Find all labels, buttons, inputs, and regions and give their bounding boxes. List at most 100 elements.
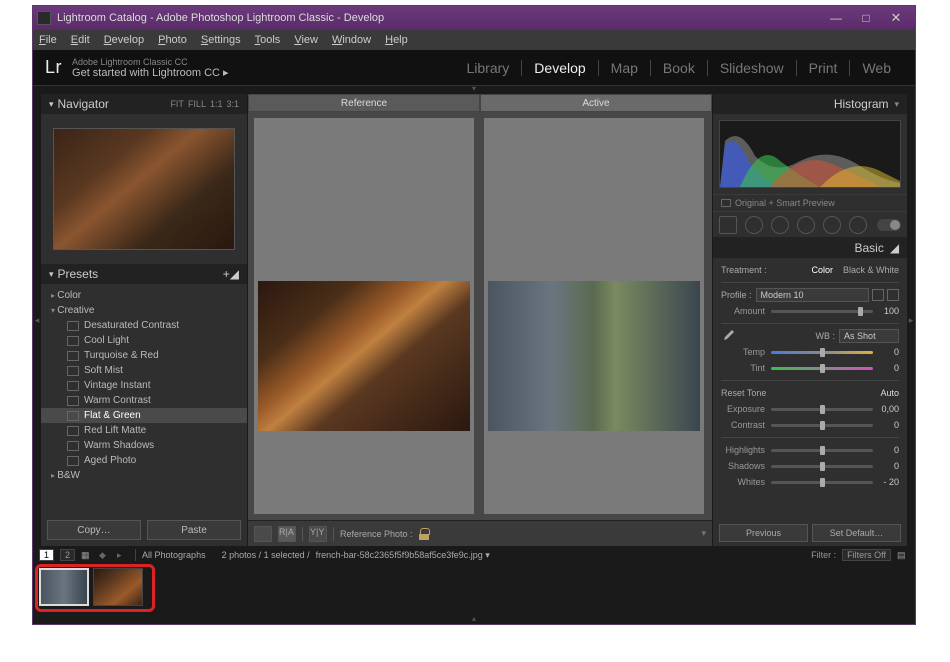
filmstrip-source[interactable]: All Photographs <box>142 550 206 560</box>
module-slideshow[interactable]: Slideshow <box>708 60 797 76</box>
zoom-3-1[interactable]: 3:1 <box>226 99 239 109</box>
whites-value[interactable]: - 20 <box>873 477 899 487</box>
highlights-value[interactable]: 0 <box>873 445 899 455</box>
navigator-preview[interactable] <box>41 114 247 264</box>
titlebar[interactable]: Lightroom Catalog - Adobe Photoshop Ligh… <box>33 6 915 30</box>
wb-select[interactable]: As Shot <box>839 329 899 343</box>
preset-item[interactable]: Turquoise & Red <box>41 348 247 363</box>
preset-folder[interactable]: Color <box>41 288 247 303</box>
preset-item[interactable]: Soft Mist <box>41 363 247 378</box>
shadows-slider[interactable] <box>771 465 873 468</box>
zoom-1-1[interactable]: 1:1 <box>210 99 223 109</box>
module-map[interactable]: Map <box>599 60 651 76</box>
shadows-value[interactable]: 0 <box>873 461 899 471</box>
treatment-bw[interactable]: Black & White <box>843 265 899 275</box>
menu-view[interactable]: View <box>294 34 318 46</box>
prev-photo-icon[interactable]: ◆ <box>99 550 111 560</box>
profile-select[interactable]: Modern 10 <box>756 288 870 302</box>
adjustment-brush-tool[interactable] <box>849 216 867 234</box>
collapse-top-icon[interactable]: ▾ <box>33 86 915 94</box>
tint-slider[interactable] <box>771 367 873 370</box>
module-library[interactable]: Library <box>455 60 523 76</box>
preset-item[interactable]: Warm Contrast <box>41 393 247 408</box>
filmstrip-thumb[interactable] <box>39 568 89 606</box>
contrast-slider[interactable] <box>771 424 873 427</box>
collapse-right-icon[interactable]: ▸ <box>907 94 915 546</box>
lock-icon[interactable] <box>419 528 431 540</box>
histogram-panel[interactable] <box>713 114 907 194</box>
menu-tools[interactable]: Tools <box>255 34 281 46</box>
basic-header[interactable]: Basic ◢ <box>713 238 907 258</box>
tab-reference[interactable]: Reference <box>248 94 480 112</box>
preset-item[interactable]: Vintage Instant <box>41 378 247 393</box>
zoom-fit[interactable]: FIT <box>170 99 184 109</box>
preset-item[interactable]: Aged Photo <box>41 453 247 468</box>
graduated-filter-tool[interactable] <box>797 216 815 234</box>
preset-item[interactable]: Desaturated Contrast <box>41 318 247 333</box>
temp-value[interactable]: 0 <box>873 347 899 357</box>
contrast-value[interactable]: 0 <box>873 420 899 430</box>
collapse-bottom-icon[interactable]: ▴ <box>33 616 915 624</box>
zoom-fill[interactable]: FILL <box>188 99 206 109</box>
module-develop[interactable]: Develop <box>522 60 598 76</box>
set-default-button[interactable]: Set Default… <box>812 524 901 542</box>
filmstrip[interactable] <box>33 564 915 616</box>
amount-value[interactable]: 100 <box>873 306 899 316</box>
filmstrip-thumb[interactable] <box>93 568 143 606</box>
preset-item[interactable]: Flat & Green <box>41 408 247 423</box>
exposure-slider[interactable] <box>771 408 873 411</box>
add-preset-icon[interactable]: + <box>223 267 230 281</box>
reset-tone-button[interactable]: Reset Tone <box>721 388 766 398</box>
chevron-down-icon[interactable]: ▾ <box>701 528 706 539</box>
collapse-left-icon[interactable]: ◂ <box>33 94 41 546</box>
menu-file[interactable]: File <box>39 34 57 46</box>
amount-slider[interactable] <box>771 310 873 313</box>
panel-switch[interactable] <box>877 219 901 231</box>
profile-browser-icon[interactable] <box>872 289 884 301</box>
radial-filter-tool[interactable] <box>823 216 841 234</box>
filter-select[interactable]: Filters Off <box>842 549 891 561</box>
navigator-header[interactable]: ▾ Navigator FITFILL1:13:1 <box>41 94 247 114</box>
auto-tone-button[interactable]: Auto <box>881 388 900 398</box>
whites-slider[interactable] <box>771 481 873 484</box>
paste-button[interactable]: Paste <box>147 520 241 540</box>
treatment-color[interactable]: Color <box>812 265 834 275</box>
presets-header[interactable]: ▾ Presets + ◢ <box>41 264 247 284</box>
active-view[interactable] <box>484 118 704 514</box>
menu-settings[interactable]: Settings <box>201 34 241 46</box>
eyedropper-icon[interactable] <box>721 329 735 343</box>
chevron-down-icon[interactable]: ◢ <box>230 267 239 281</box>
before-after-button[interactable]: Y|Y <box>309 526 327 542</box>
grid-view-icon[interactable]: ▦ <box>81 550 93 560</box>
copy-button[interactable]: Copy… <box>47 520 141 540</box>
get-started-link[interactable]: Get started with Lightroom CC ▸ <box>72 67 229 79</box>
monitor-2-button[interactable]: 2 <box>60 549 75 561</box>
menu-edit[interactable]: Edit <box>71 34 90 46</box>
tint-value[interactable]: 0 <box>873 363 899 373</box>
spot-removal-tool[interactable] <box>745 216 763 234</box>
previous-button[interactable]: Previous <box>719 524 808 542</box>
highlights-slider[interactable] <box>771 449 873 452</box>
preset-folder[interactable]: B&W <box>41 468 247 483</box>
close-button[interactable]: ✕ <box>881 9 911 27</box>
loupe-view-button[interactable] <box>254 526 272 542</box>
temp-slider[interactable] <box>771 351 873 354</box>
exposure-value[interactable]: 0,00 <box>873 404 899 414</box>
redeye-tool[interactable] <box>771 216 789 234</box>
reference-view-button[interactable]: R|A <box>278 526 296 542</box>
module-book[interactable]: Book <box>651 60 708 76</box>
menu-help[interactable]: Help <box>385 34 408 46</box>
preset-item[interactable]: Cool Light <box>41 333 247 348</box>
minimize-button[interactable]: — <box>821 9 851 27</box>
module-print[interactable]: Print <box>797 60 851 76</box>
menu-photo[interactable]: Photo <box>158 34 187 46</box>
profile-grid-icon[interactable] <box>887 289 899 301</box>
preset-item[interactable]: Red Lift Matte <box>41 423 247 438</box>
menu-develop[interactable]: Develop <box>104 34 144 46</box>
module-web[interactable]: Web <box>850 60 903 76</box>
filmstrip-filename[interactable]: french-bar-58c2365f5f9b58af5ce3fe9c.jpg … <box>316 550 490 561</box>
next-photo-icon[interactable]: ▸ <box>117 550 129 560</box>
histogram-header[interactable]: Histogram ▾ <box>713 94 907 114</box>
tab-active[interactable]: Active <box>480 94 712 112</box>
reference-view[interactable] <box>254 118 474 514</box>
